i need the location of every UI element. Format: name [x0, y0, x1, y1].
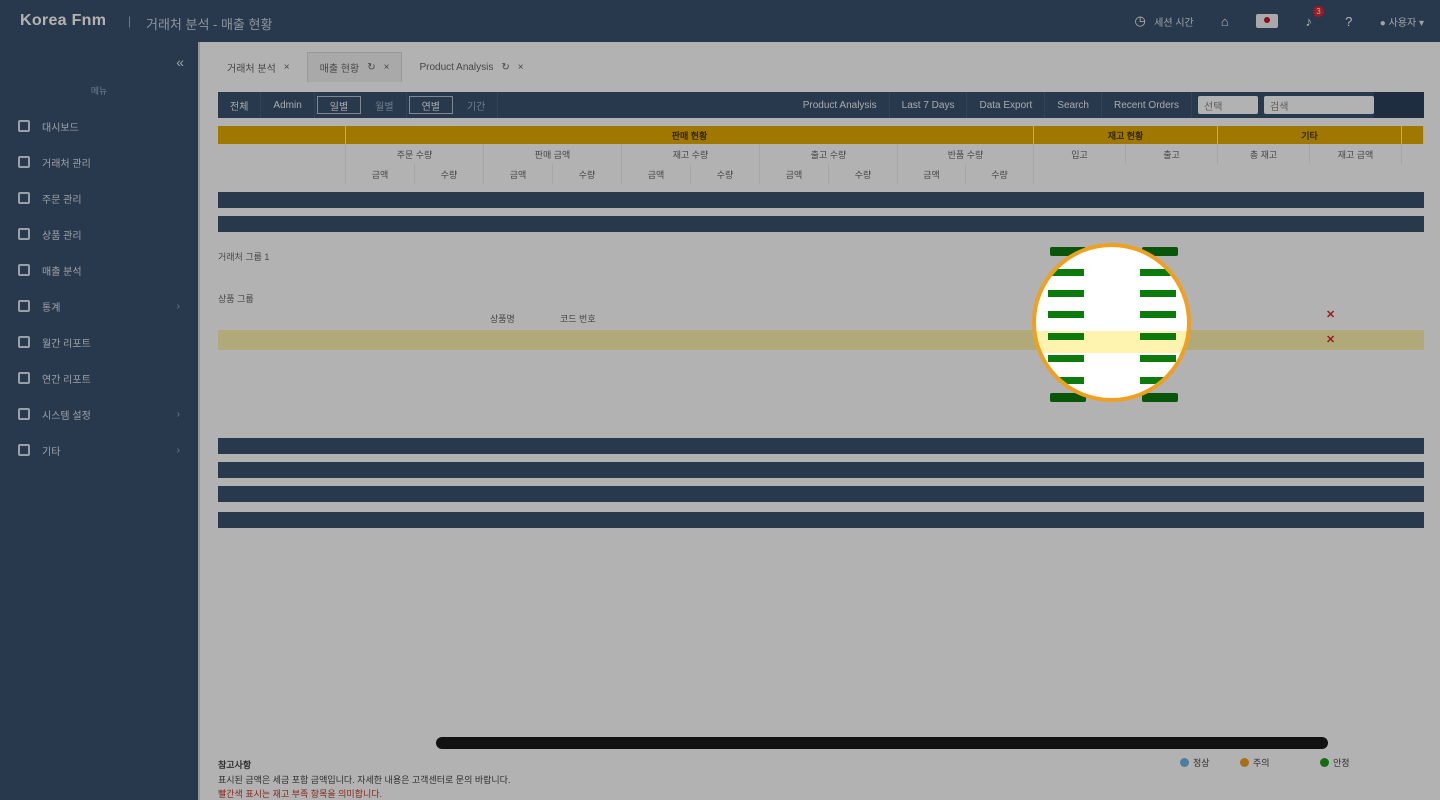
magnifier-bar: [1140, 269, 1176, 276]
magnifier-bar: [1140, 333, 1176, 340]
magnifier-bar: [1048, 269, 1084, 276]
magnifier-bar: [1048, 355, 1084, 362]
magnifier-bar: [1140, 290, 1176, 297]
magnifier-bar: [1048, 311, 1084, 318]
magnifier-bar: [1048, 377, 1084, 384]
magnifier-bar: [1048, 333, 1084, 340]
magnifier-bar: [1048, 290, 1084, 297]
magnifier-bar: [1140, 311, 1176, 318]
magnifier-bar: [1140, 377, 1176, 384]
dim-overlay: [0, 0, 1440, 800]
magnifier-bar: [1140, 355, 1176, 362]
magnifier-spotlight: [1032, 243, 1191, 402]
